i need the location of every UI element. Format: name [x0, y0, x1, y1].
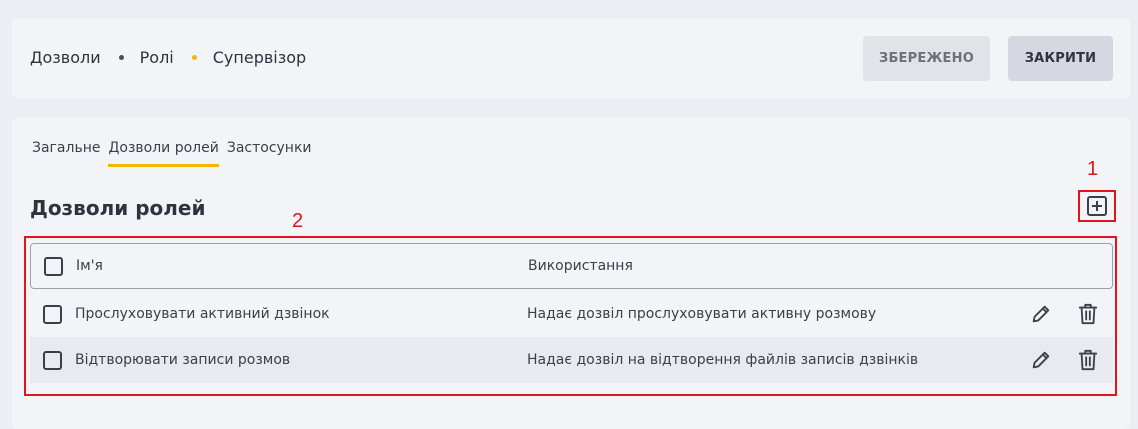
row-name: Прослуховувати активний дзвінок: [75, 306, 330, 322]
tab-general[interactable]: Загальне: [32, 138, 100, 167]
row-usage: Надає дозвіл прослуховувати активну розм…: [527, 306, 877, 322]
saved-button[interactable]: ЗБЕРЕЖЕНО: [863, 36, 990, 81]
section-title: Дозволи ролей: [30, 196, 206, 220]
breadcrumb: Дозволи Ролі Супервізор: [30, 48, 306, 67]
breadcrumb-separator-active: [191, 55, 197, 60]
edit-icon[interactable]: [1030, 303, 1052, 325]
column-header-name: Ім'я: [76, 258, 103, 274]
add-permission-button[interactable]: [1078, 190, 1116, 222]
column-header-usage: Використання: [528, 258, 633, 274]
row-usage: Надає дозвіл на відтворення файлів запис…: [527, 352, 919, 368]
breadcrumb-item-roles[interactable]: Ролі: [140, 48, 174, 67]
row-checkbox[interactable]: [43, 350, 62, 370]
tab-bar: Загальне Дозволи ролей Застосунки: [32, 138, 320, 167]
tab-applications[interactable]: Застосунки: [227, 138, 312, 167]
header-card: Дозволи Ролі Супервізор ЗБЕРЕЖЕНО ЗАКРИТ…: [12, 18, 1130, 98]
select-all-checkbox[interactable]: [44, 256, 63, 276]
tab-role-permissions[interactable]: Дозволи ролей: [108, 138, 219, 167]
annotation-marker-2: 2: [292, 210, 304, 232]
edit-icon[interactable]: [1030, 349, 1052, 371]
row-checkbox[interactable]: [43, 304, 62, 324]
breadcrumb-item-permissions[interactable]: Дозволи: [30, 48, 101, 67]
permissions-table: Ім'я Використання Прослуховувати активни…: [24, 236, 1117, 396]
plus-square-icon: [1087, 196, 1107, 216]
trash-icon[interactable]: [1077, 348, 1099, 372]
close-button[interactable]: ЗАКРИТИ: [1008, 36, 1113, 81]
trash-icon[interactable]: [1077, 302, 1099, 326]
main-card: Загальне Дозволи ролей Застосунки Дозвол…: [12, 118, 1130, 429]
breadcrumb-separator: [118, 55, 124, 60]
breadcrumb-item-current: Супервізор: [212, 48, 307, 67]
table-row: Прослуховувати активний дзвінок Надає до…: [30, 291, 1113, 337]
annotation-marker-1: 1: [1087, 158, 1099, 180]
table-header: Ім'я Використання: [30, 243, 1113, 289]
row-name: Відтворювати записи розмов: [75, 352, 291, 368]
table-row: Відтворювати записи розмов Надає дозвіл …: [30, 337, 1113, 383]
